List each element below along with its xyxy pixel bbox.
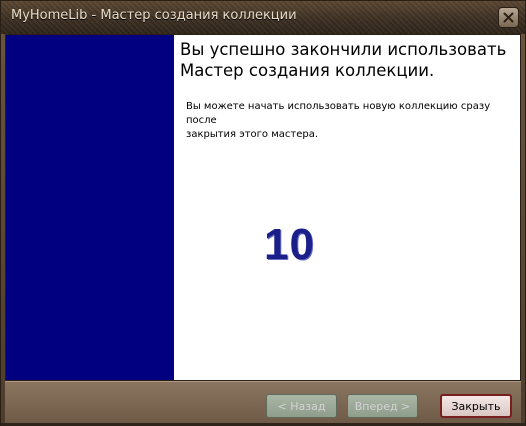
back-button[interactable]: < Назад [266,394,337,418]
close-window-button[interactable] [498,7,519,28]
close-icon [503,12,514,23]
close-button[interactable]: Закрыть [440,394,512,418]
message-line-1: Вы можете начать использовать новую колл… [186,101,491,126]
window-title: MyHomeLib - Мастер создания коллекции [11,8,297,23]
watermark-number: 10 [264,220,315,269]
heading-line-2: Мастер создания коллекции. [180,61,435,80]
heading-line-1: Вы успешно закончили использовать [180,40,507,59]
next-button[interactable]: Вперед > [347,394,418,418]
wizard-page: Вы успешно закончили использовать Мастер… [5,34,521,381]
completion-message: Вы можете начать использовать новую колл… [186,100,516,142]
title-bar[interactable]: MyHomeLib - Мастер создания коллекции [1,1,525,34]
wizard-window: MyHomeLib - Мастер создания коллекции Вы… [0,0,526,426]
button-bar: < Назад Вперед > Закрыть [5,381,521,423]
message-line-2: закрытия этого мастера. [186,129,319,140]
page-heading: Вы успешно закончили использовать Мастер… [180,39,510,81]
wizard-sidebar-banner [6,35,174,380]
